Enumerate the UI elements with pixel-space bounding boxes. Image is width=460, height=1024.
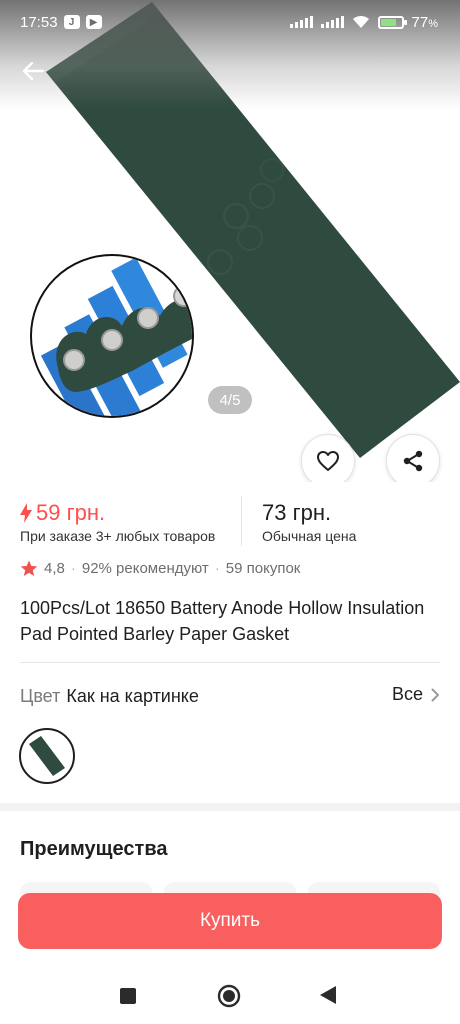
separator-dot: · <box>70 560 76 577</box>
signal-icon <box>289 16 313 28</box>
signal-icon-2 <box>320 16 344 28</box>
system-nav-bar <box>0 970 460 1024</box>
square-icon <box>120 988 136 1004</box>
share-button[interactable] <box>386 434 440 482</box>
section-gap <box>0 803 460 811</box>
sale-price-note: При заказе 3+ любых товаров <box>20 528 216 544</box>
rating-row[interactable]: 4,8 · 92% рекомендуют · 59 покупок <box>20 560 300 577</box>
color-selector-row[interactable]: Цвет Как на картинке Все <box>20 684 440 708</box>
arrow-left-icon <box>22 62 44 80</box>
lightning-icon <box>20 503 32 523</box>
sale-price: 59 грн. <box>20 500 105 526</box>
swatch-thumbnail <box>29 736 65 776</box>
back-button[interactable] <box>16 54 50 88</box>
color-all-link[interactable]: Все <box>392 684 440 705</box>
home-circle-icon <box>217 984 241 1008</box>
battery-icon <box>377 15 407 29</box>
battery-percent: 77% <box>412 14 438 31</box>
regular-price: 73 грн. <box>262 500 332 525</box>
purchases-count: 59 покупок <box>225 560 301 577</box>
color-label: Цвет <box>20 685 61 706</box>
heart-icon <box>317 451 339 471</box>
separator-dot: · <box>214 560 220 577</box>
status-right: 77% <box>289 14 438 31</box>
color-all-label: Все <box>391 684 423 704</box>
share-icon <box>403 450 423 472</box>
divider <box>20 662 440 663</box>
color-value: Как на картинке <box>66 685 199 706</box>
buy-button[interactable]: Купить <box>18 893 442 949</box>
rating-value: 4,8 <box>44 560 65 577</box>
battery-value: 77 <box>411 13 429 31</box>
app-badge-j-icon: J <box>63 15 80 29</box>
battery-unit: % <box>428 17 438 30</box>
benefits-title: Преимущества <box>20 838 168 860</box>
price-divider <box>241 496 242 546</box>
home-button[interactable] <box>217 984 241 1008</box>
color-swatch[interactable] <box>19 728 75 784</box>
status-time: 17:53 <box>20 13 58 31</box>
sale-price-value: 59 грн. <box>36 500 106 525</box>
chevron-right-icon <box>431 688 439 701</box>
battery-fill <box>380 18 396 26</box>
youtube-icon: ▶ <box>85 15 102 29</box>
favorite-button[interactable] <box>301 434 355 482</box>
image-counter: 4/5 <box>208 386 252 414</box>
regular-price-note: Обычная цена <box>262 528 357 544</box>
product-title: 100Pcs/Lot 18650 Battery Anode Hollow In… <box>20 598 425 644</box>
product-gallery[interactable]: 4/5 <box>0 0 460 482</box>
back-nav-button[interactable] <box>319 985 337 1005</box>
triangle-back-icon <box>320 986 336 1004</box>
recent-apps-button[interactable] <box>119 987 137 1005</box>
star-icon <box>20 560 38 576</box>
wifi-icon <box>352 15 369 28</box>
status-bar: 17:53 J ▶ 77% <box>0 0 460 44</box>
status-left: 17:53 J ▶ <box>20 14 102 31</box>
recommend-text: 92% рекомендуют <box>81 560 209 577</box>
price-row: 59 грн. При заказе 3+ любых товаров 73 г… <box>0 494 460 550</box>
battery-inset <box>30 254 194 418</box>
